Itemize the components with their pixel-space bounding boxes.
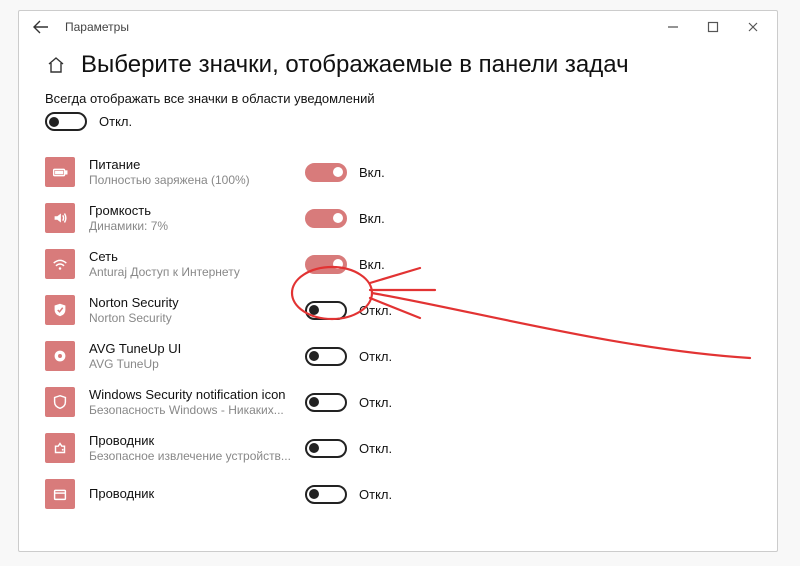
- winsec-icon: [45, 387, 75, 417]
- icon-meta: СетьAnturaj Доступ к Интернету: [89, 249, 305, 279]
- page-title: Выберите значки, отображаемые в панели з…: [81, 51, 629, 79]
- icon-row: Windows Security notification iconБезопа…: [45, 379, 751, 425]
- item-toggle[interactable]: [305, 485, 347, 504]
- page-header: Выберите значки, отображаемые в панели з…: [19, 43, 777, 91]
- icon-row: ПроводникБезопасное извлечение устройств…: [45, 425, 751, 471]
- home-icon: [46, 55, 66, 75]
- icon-row: ГромкостьДинамики: 7% Вкл.: [45, 195, 751, 241]
- item-toggle-label: Откл.: [359, 441, 392, 456]
- icon-title: Сеть: [89, 249, 305, 265]
- icon-subtitle: Norton Security: [89, 311, 305, 325]
- close-icon: [747, 21, 759, 33]
- toggle-wrap: Откл.: [305, 301, 392, 320]
- minimize-icon: [667, 21, 679, 33]
- item-toggle[interactable]: [305, 163, 347, 182]
- icon-subtitle: Безопасность Windows - Никаких...: [89, 403, 305, 417]
- icon-title: Windows Security notification icon: [89, 387, 305, 403]
- item-toggle[interactable]: [305, 439, 347, 458]
- explorer-icon: [45, 479, 75, 509]
- item-toggle[interactable]: [305, 255, 347, 274]
- speaker-icon: [45, 203, 75, 233]
- toggle-wrap: Вкл.: [305, 209, 385, 228]
- toggle-wrap: Откл.: [305, 439, 392, 458]
- toggle-wrap: Вкл.: [305, 255, 385, 274]
- icon-row: Проводник Откл.: [45, 471, 751, 517]
- window-title: Параметры: [65, 20, 129, 34]
- icon-meta: Windows Security notification iconБезопа…: [89, 387, 305, 417]
- back-button[interactable]: [29, 15, 53, 39]
- icon-subtitle: AVG TuneUp: [89, 357, 305, 371]
- arrow-left-icon: [33, 19, 49, 35]
- toggle-wrap: Откл.: [305, 485, 392, 504]
- item-toggle-label: Откл.: [359, 349, 392, 364]
- icon-subtitle: Полностью заряжена (100%): [89, 173, 305, 187]
- window-controls: [653, 13, 773, 41]
- icon-meta: ГромкостьДинамики: 7%: [89, 203, 305, 233]
- item-toggle-label: Вкл.: [359, 211, 385, 226]
- icon-row: AVG TuneUp UIAVG TuneUp Откл.: [45, 333, 751, 379]
- master-toggle-row: Откл.: [45, 112, 751, 131]
- item-toggle[interactable]: [305, 301, 347, 320]
- content-area: Всегда отображать все значки в области у…: [19, 91, 777, 517]
- home-button[interactable]: [45, 54, 67, 76]
- master-toggle-label: Откл.: [99, 114, 132, 129]
- icon-meta: Проводник: [89, 486, 305, 502]
- battery-icon: [45, 157, 75, 187]
- icon-meta: Norton SecurityNorton Security: [89, 295, 305, 325]
- shield-icon: [45, 295, 75, 325]
- maximize-icon: [707, 21, 719, 33]
- icon-list: ПитаниеПолностью заряжена (100%)Вкл.Гром…: [45, 149, 751, 517]
- eject-icon: [45, 433, 75, 463]
- toggle-wrap: Откл.: [305, 393, 392, 412]
- icon-row: ПитаниеПолностью заряжена (100%) Вкл.: [45, 149, 751, 195]
- icon-title: Питание: [89, 157, 305, 173]
- icon-meta: AVG TuneUp UIAVG TuneUp: [89, 341, 305, 371]
- item-toggle-label: Вкл.: [359, 257, 385, 272]
- maximize-button[interactable]: [693, 13, 733, 41]
- icon-title: Проводник: [89, 486, 305, 502]
- toggle-wrap: Откл.: [305, 347, 392, 366]
- icon-title: AVG TuneUp UI: [89, 341, 305, 357]
- icon-meta: ПроводникБезопасное извлечение устройств…: [89, 433, 305, 463]
- icon-subtitle: Anturaj Доступ к Интернету: [89, 265, 305, 279]
- settings-window: Параметры Выберите значки, отображаемые …: [18, 10, 778, 552]
- icon-subtitle: Безопасное извлечение устройств...: [89, 449, 305, 463]
- close-button[interactable]: [733, 13, 773, 41]
- icon-title: Проводник: [89, 433, 305, 449]
- icon-title: Громкость: [89, 203, 305, 219]
- item-toggle-label: Откл.: [359, 395, 392, 410]
- item-toggle[interactable]: [305, 209, 347, 228]
- minimize-button[interactable]: [653, 13, 693, 41]
- tune-icon: [45, 341, 75, 371]
- item-toggle-label: Вкл.: [359, 165, 385, 180]
- icon-title: Norton Security: [89, 295, 305, 311]
- titlebar: Параметры: [19, 11, 777, 43]
- toggle-wrap: Вкл.: [305, 163, 385, 182]
- icon-meta: ПитаниеПолностью заряжена (100%): [89, 157, 305, 187]
- master-toggle[interactable]: [45, 112, 87, 131]
- item-toggle[interactable]: [305, 347, 347, 366]
- icon-subtitle: Динамики: 7%: [89, 219, 305, 233]
- item-toggle-label: Откл.: [359, 303, 392, 318]
- item-toggle-label: Откл.: [359, 487, 392, 502]
- item-toggle[interactable]: [305, 393, 347, 412]
- always-show-label: Всегда отображать все значки в области у…: [45, 91, 751, 106]
- wifi-icon: [45, 249, 75, 279]
- icon-row: Norton SecurityNorton Security Откл.: [45, 287, 751, 333]
- icon-row: СетьAnturaj Доступ к Интернету Вкл.: [45, 241, 751, 287]
